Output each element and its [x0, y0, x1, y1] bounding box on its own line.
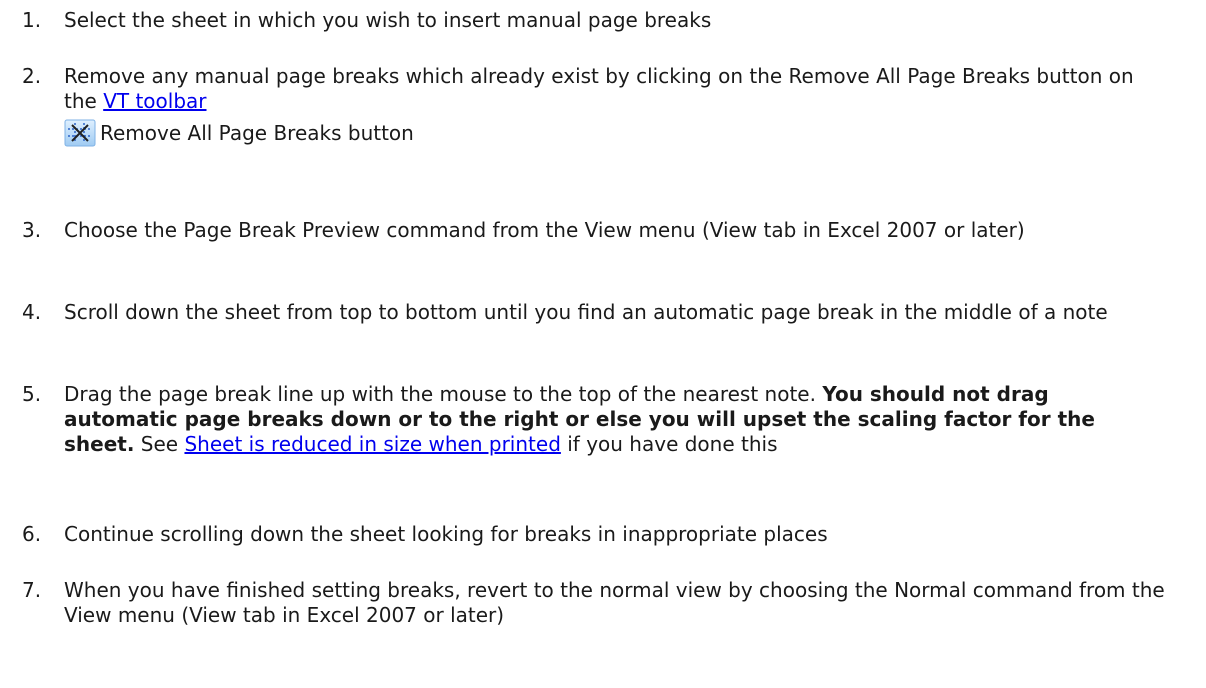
step-text: Continue scrolling down the sheet lookin…	[64, 522, 828, 546]
button-caption: Remove All Page Breaks button	[100, 120, 414, 145]
step-text: Scroll down the sheet from top to bottom…	[64, 300, 1108, 324]
step-number: 4.	[22, 300, 42, 324]
step-text: Select the sheet in which you wish to in…	[64, 8, 712, 32]
step-body: Drag the page break line up with the mou…	[64, 382, 1169, 457]
step-number: 3.	[22, 218, 42, 242]
step-body: Remove any manual page breaks which alre…	[64, 64, 1169, 147]
step-number: 5.	[22, 382, 42, 406]
step-number: 2.	[22, 64, 42, 88]
step-text: Drag the page break line up with the mou…	[64, 382, 823, 406]
step-text: Choose the Page Break Preview command fr…	[64, 218, 1025, 242]
vt-toolbar-link[interactable]: VT toolbar	[103, 89, 206, 113]
step-text: When you have finished setting breaks, r…	[64, 578, 1165, 627]
step-text: See	[134, 432, 185, 456]
step-number: 6.	[22, 522, 42, 546]
step-number: 7.	[22, 578, 42, 602]
remove-all-page-breaks-icon	[64, 119, 96, 147]
step-text: Remove any manual page breaks which alre…	[64, 64, 1134, 113]
sheet-reduced-size-link[interactable]: Sheet is reduced in size when printed	[184, 432, 560, 456]
step-text: if you have done this	[560, 432, 778, 456]
step-number: 1.	[22, 8, 42, 32]
remove-all-page-breaks-button-row: Remove All Page Breaks button	[64, 119, 1169, 147]
